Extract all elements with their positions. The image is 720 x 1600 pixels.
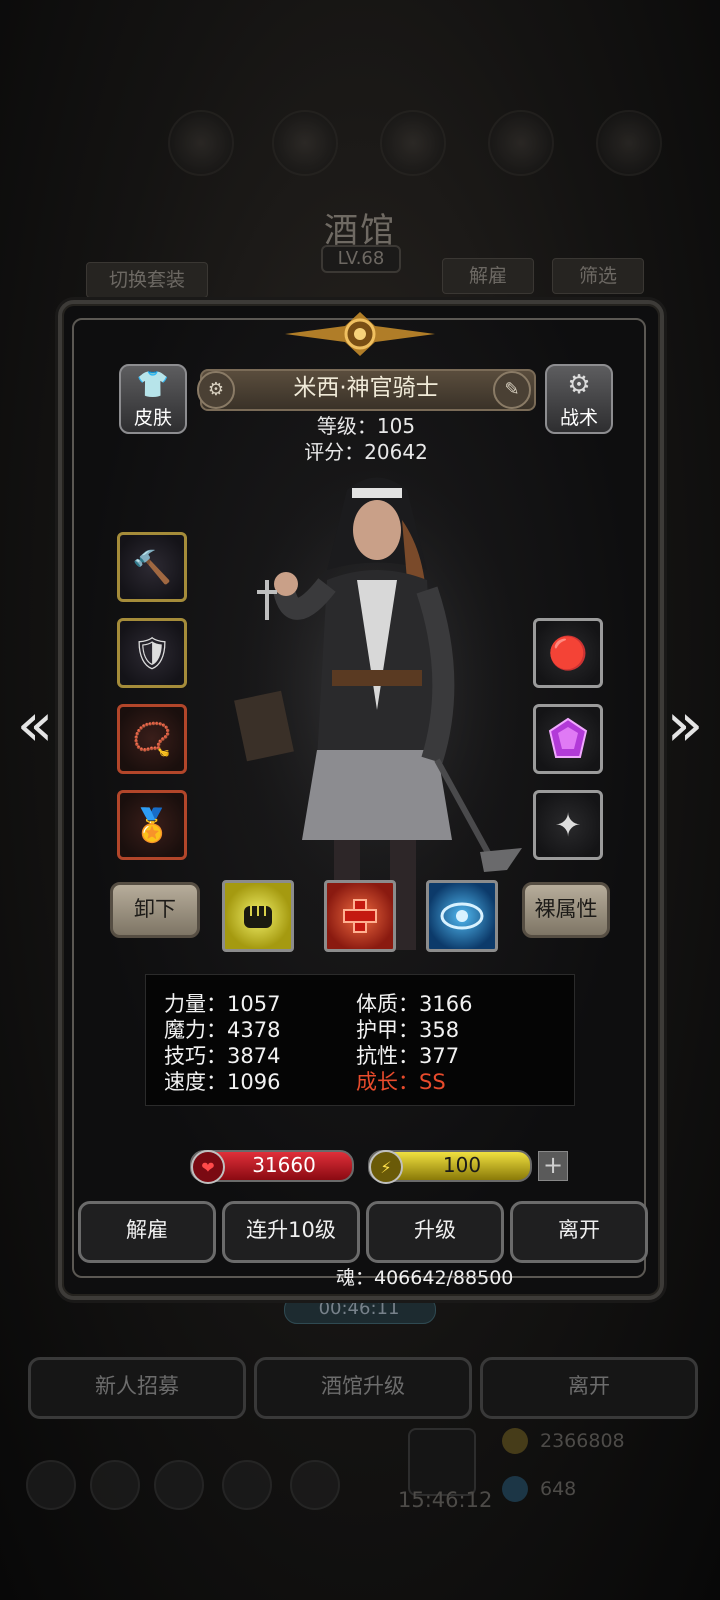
dock-icon bbox=[26, 1460, 76, 1510]
gem-slot-purple-gem-icon[interactable] bbox=[533, 704, 603, 774]
stat-growth: 成长：SS bbox=[356, 1070, 446, 1094]
dock-icon bbox=[90, 1460, 140, 1510]
energy-value: 100 bbox=[442, 1153, 482, 1177]
hero-name: 米西·神官骑士 bbox=[293, 375, 439, 401]
purple-gem-icon bbox=[548, 717, 588, 758]
dismiss-button[interactable]: 解雇 bbox=[78, 1201, 216, 1263]
bg-menu-icon bbox=[272, 110, 338, 176]
lightning-icon: ⚡ bbox=[369, 1150, 403, 1184]
gem-icon bbox=[502, 1476, 528, 1502]
bg-menu-icon bbox=[168, 110, 234, 176]
skin-label: 皮肤 bbox=[133, 407, 172, 429]
emblem-slot-silver-emblem-icon[interactable]: ✦ bbox=[533, 790, 603, 860]
skin-button[interactable]: 👕 皮肤 bbox=[119, 364, 187, 434]
stat-speed: 速度：1096 bbox=[164, 1070, 281, 1094]
medal-slot-medal-icon[interactable]: 🏅 bbox=[117, 790, 187, 860]
dock-icon bbox=[290, 1460, 340, 1510]
armor-slot-armor-icon[interactable]: 🛡 bbox=[117, 618, 187, 688]
hp-value: 31660 bbox=[252, 1153, 316, 1177]
shirt-icon: 👕 bbox=[136, 370, 170, 400]
bare-attributes-button[interactable]: 裸属性 bbox=[522, 882, 610, 938]
recruit-button: 新人招募 bbox=[28, 1357, 246, 1419]
tavern-level: LV.68 bbox=[321, 245, 401, 273]
level-up-10-button[interactable]: 连升10级 bbox=[222, 1201, 360, 1263]
dock-icon bbox=[154, 1460, 204, 1510]
emblem-icon bbox=[285, 312, 435, 356]
leave-button[interactable]: 离开 bbox=[510, 1201, 648, 1263]
filter-button: 筛选 bbox=[552, 258, 644, 294]
next-hero-arrow-icon[interactable]: » bbox=[660, 690, 710, 760]
gold-amount: 2366808 bbox=[540, 1430, 625, 1452]
unequip-button[interactable]: 卸下 bbox=[110, 882, 200, 938]
skill-fist-icon[interactable] bbox=[222, 880, 294, 952]
prev-hero-arrow-icon[interactable]: « bbox=[10, 690, 60, 760]
skill-cross-icon[interactable] bbox=[324, 880, 396, 952]
tactics-button[interactable]: ⚙ 战术 bbox=[545, 364, 613, 434]
accessory-slot-amulet-icon[interactable]: 📿 bbox=[117, 704, 187, 774]
game-clock: 15:46:12 bbox=[398, 1488, 493, 1512]
dock-icon bbox=[222, 1460, 272, 1510]
gold-coin-icon bbox=[502, 1428, 528, 1454]
switch-set-button: 切换套装 bbox=[86, 262, 208, 298]
gift-icon bbox=[408, 1428, 476, 1496]
bg-leave-button: 离开 bbox=[480, 1357, 698, 1419]
orb-slot-red-orb-icon[interactable]: 🔴 bbox=[533, 618, 603, 688]
gem-amount: 648 bbox=[540, 1478, 577, 1500]
bg-dismiss-button: 解雇 bbox=[442, 258, 534, 294]
gear-icon: ⚙ bbox=[567, 370, 591, 400]
heart-icon: ❤ bbox=[191, 1150, 225, 1184]
weapon-slot-mace-icon[interactable]: 🔨 bbox=[117, 532, 187, 602]
add-energy-button[interactable]: + bbox=[538, 1151, 568, 1181]
level-up-button[interactable]: 升级 bbox=[366, 1201, 504, 1263]
tactics-label: 战术 bbox=[559, 407, 598, 429]
tavern-upgrade-button: 酒馆升级 bbox=[254, 1357, 472, 1419]
bg-menu-icon bbox=[380, 110, 446, 176]
skill-eye-icon[interactable] bbox=[426, 880, 498, 952]
hero-level: 等级：105 bbox=[316, 414, 416, 438]
bg-menu-icon bbox=[596, 110, 662, 176]
soul-counter: 魂：406642/88500 bbox=[336, 1267, 514, 1289]
bg-menu-icon bbox=[488, 110, 554, 176]
